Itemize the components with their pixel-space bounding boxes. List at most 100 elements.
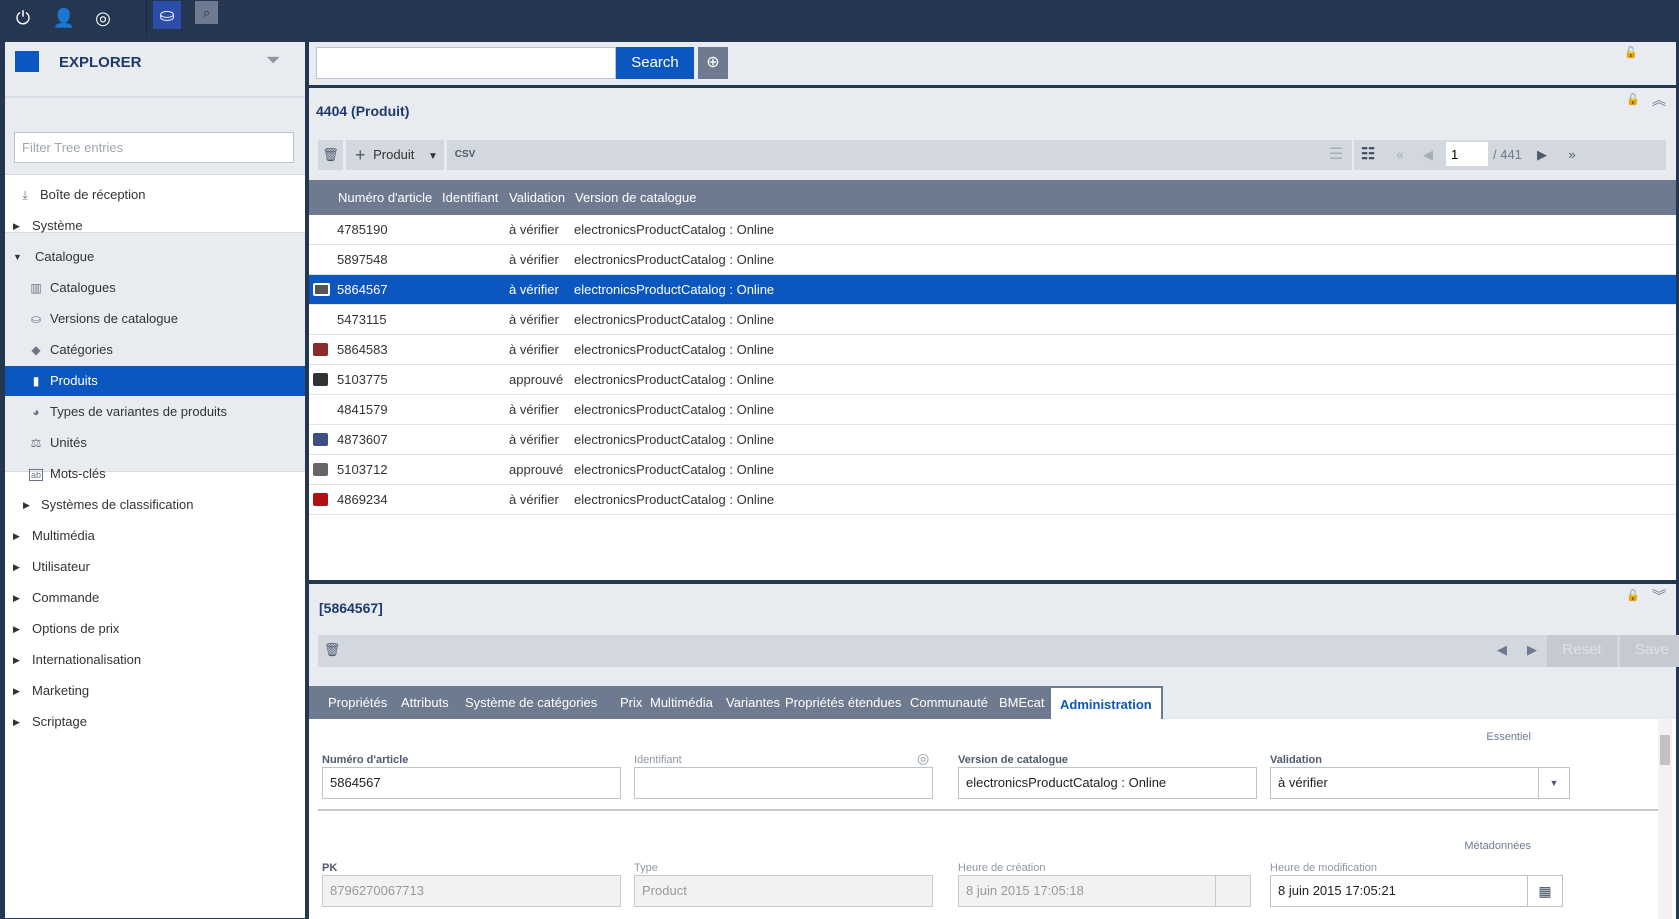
- collapsed-caret-icon[interactable]: ▶: [13, 676, 20, 706]
- sidebar-item-produits[interactable]: ▮ Produits: [5, 366, 305, 396]
- tab-communaut-[interactable]: Communauté: [910, 686, 988, 719]
- save-button[interactable]: Save: [1620, 635, 1679, 667]
- prev-item-icon[interactable]: ◀: [1488, 635, 1516, 667]
- collapsed-caret-icon[interactable]: ▶: [13, 583, 20, 613]
- csv-export-icon[interactable]: CSV: [451, 140, 479, 170]
- lock-icon[interactable]: 🔓: [1626, 93, 1640, 106]
- sidebar-item-mots-cl-s[interactable]: ab Mots-clés: [5, 459, 305, 489]
- tab-syst-me-de-cat-gories[interactable]: Système de catégories: [465, 686, 597, 719]
- sidebar-item-cat-gories[interactable]: ◆ Catégories: [5, 335, 305, 365]
- sidebar-item-unit-s[interactable]: ⚖ Unités: [5, 428, 305, 458]
- last-page-icon[interactable]: »: [1558, 140, 1586, 170]
- calendar-icon[interactable]: ▦: [1527, 876, 1562, 906]
- collapsed-caret-icon[interactable]: ▶: [13, 552, 20, 582]
- detail-panel: [5864567] 🔓 ︾ 🗑 ◀ ▶ Reset Save Propriété…: [309, 584, 1679, 919]
- table-row[interactable]: 4841579 à vérifier electronicsProductCatal…: [309, 395, 1676, 425]
- sidebar-item-types-de-variantes-de-produits[interactable]: ◕ Types de variantes de produits: [5, 397, 305, 427]
- table-row[interactable]: 5103775 approuvé electronicsProductCatalog…: [309, 365, 1676, 395]
- tab-propri-t-s-tendues[interactable]: Propriétés étendues: [785, 686, 901, 719]
- collapsed-caret-icon[interactable]: ▶: [13, 707, 20, 737]
- create-product-button[interactable]: + Produit ▼: [347, 140, 447, 170]
- lock-icon[interactable]: 🔓: [1624, 46, 1638, 59]
- prev-page-icon[interactable]: ◀: [1414, 140, 1442, 170]
- tab-multim-dia[interactable]: Multimédia: [650, 686, 713, 719]
- filter-tree-input[interactable]: [14, 132, 294, 163]
- power-icon[interactable]: ⏻: [9, 4, 37, 32]
- filter-icon[interactable]: ⏷: [266, 50, 280, 71]
- search-button[interactable]: Search: [616, 47, 694, 79]
- next-item-icon[interactable]: ▶: [1518, 635, 1546, 667]
- delete-icon[interactable]: 🗑: [318, 140, 346, 170]
- table-row[interactable]: 5103712 approuvé electronicsProductCatalog…: [309, 455, 1676, 485]
- expanded-caret-icon[interactable]: ▼: [13, 242, 22, 272]
- advanced-search-icon[interactable]: ⊕: [698, 47, 728, 79]
- table-row[interactable]: 4873607 à vérifier electronicsProductCatal…: [309, 425, 1676, 455]
- tab-bmecat[interactable]: BMEcat: [999, 686, 1045, 719]
- tree-view-icon[interactable]: ☷: [1354, 140, 1382, 170]
- sidebar-item-label: Multimédia: [32, 528, 95, 543]
- column-header-version[interactable]: Version de catalogue: [575, 180, 696, 215]
- table-row[interactable]: 5473115 à vérifier electronicsProductCatal…: [309, 305, 1676, 335]
- next-page-icon[interactable]: ▶: [1528, 140, 1556, 170]
- column-header-article[interactable]: Numéro d'article: [338, 180, 432, 215]
- sidebar-item-marketing[interactable]: ▶ Marketing: [5, 676, 305, 706]
- localization-globe-icon[interactable]: ◎: [917, 750, 929, 767]
- cell-num: 5897548: [337, 252, 388, 267]
- collapsed-caret-icon[interactable]: ▶: [13, 645, 20, 675]
- table-row[interactable]: 5864583 à vérifier electronicsProductCatal…: [309, 335, 1676, 365]
- tab-attributs[interactable]: Attributs: [401, 686, 449, 719]
- sidebar-item-label: Unités: [50, 435, 87, 450]
- sidebar-item-catalogues[interactable]: ▥ Catalogues: [5, 273, 305, 303]
- delete-icon[interactable]: 🗑: [318, 635, 346, 667]
- collapse-down-icon[interactable]: ︾: [1652, 586, 1666, 606]
- sidebar-item-syst-mes-de-classification[interactable]: ▶ Systèmes de classification: [5, 490, 305, 520]
- modified-input[interactable]: 8 juin 2015 17:05:21 ▦: [1270, 875, 1563, 907]
- lock-icon[interactable]: 🔓: [1626, 589, 1640, 602]
- user-icon[interactable]: 👤: [50, 4, 78, 32]
- sidebar-item-syst-me[interactable]: ▶ Système: [5, 211, 305, 241]
- collapsed-caret-icon[interactable]: ▶: [13, 211, 20, 241]
- collapsed-caret-icon[interactable]: ▶: [13, 614, 20, 644]
- first-page-icon[interactable]: «: [1386, 140, 1414, 170]
- catalog-version-input[interactable]: electronicsProductCatalog : Online: [958, 767, 1257, 799]
- collapse-up-icon[interactable]: ︽: [1652, 90, 1666, 110]
- sidebar-item-scriptage[interactable]: ▶ Scriptage: [5, 707, 305, 737]
- validation-select[interactable]: à vérifier ▼: [1270, 767, 1570, 799]
- table-row[interactable]: 4785190 à vérifier electronicsProductCatal…: [309, 215, 1676, 245]
- reset-button[interactable]: Reset: [1547, 635, 1617, 667]
- page-input[interactable]: [1446, 142, 1488, 166]
- scrollbar-thumb[interactable]: [1660, 735, 1670, 765]
- tab-propri-t-s[interactable]: Propriétés: [328, 686, 387, 719]
- tab-administration[interactable]: Administration: [1049, 686, 1163, 719]
- sidebar-item-commande[interactable]: ▶ Commande: [5, 583, 305, 613]
- sidebar-item-versions-de-catalogue[interactable]: ⛀ Versions de catalogue: [5, 304, 305, 334]
- identifier-input[interactable]: [634, 767, 933, 799]
- column-header-validation[interactable]: Validation: [509, 180, 565, 215]
- chevron-down-icon[interactable]: ▼: [1538, 768, 1569, 798]
- backoffice-perspective-icon[interactable]: ⛀: [153, 1, 181, 29]
- tab-variantes[interactable]: Variantes: [726, 686, 780, 719]
- table-row[interactable]: 5897548 à vérifier electronicsProductCatal…: [309, 245, 1676, 275]
- sidebar-item-utilisateur[interactable]: ▶ Utilisateur: [5, 552, 305, 582]
- list-panel: 4404 (Produit) 🔓 ︽ 🗑 + Produit ▼ CSV ☰ ☷…: [309, 88, 1676, 580]
- modified-label: Heure de modification: [1270, 862, 1378, 874]
- sidebar-item-multim-dia[interactable]: ▶ Multimédia: [5, 521, 305, 551]
- sidebar-item-internationalisation[interactable]: ▶ Internationalisation: [5, 645, 305, 675]
- list-view-icon[interactable]: ☰: [1322, 140, 1350, 170]
- scrollbar[interactable]: [1658, 719, 1672, 919]
- collapsed-caret-icon[interactable]: ▶: [13, 521, 20, 551]
- sidebar-item-bo-te-de-r-ception[interactable]: ⤓ Boîte de réception: [5, 180, 305, 210]
- column-header-identifier[interactable]: Identifiant: [442, 180, 498, 215]
- table-row[interactable]: 5864567 à vérifier electronicsProductCatal…: [309, 275, 1676, 305]
- sidebar-item-catalogue[interactable]: ▼ Catalogue: [5, 242, 305, 272]
- article-number-input[interactable]: 5864567: [322, 767, 621, 799]
- search-perspective-icon[interactable]: ⌕: [195, 1, 218, 24]
- search-input[interactable]: [316, 47, 616, 79]
- validation-value: à vérifier: [1278, 775, 1328, 790]
- sidebar-item-options-de-prix[interactable]: ▶ Options de prix: [5, 614, 305, 644]
- tab-prix[interactable]: Prix: [620, 686, 642, 719]
- collapsed-caret-icon[interactable]: ▶: [23, 490, 30, 520]
- globe-icon[interactable]: ◎: [89, 4, 117, 32]
- cell-version: electronicsProductCatalog : Online: [574, 372, 775, 387]
- table-row[interactable]: 4869234 à vérifier electronicsProductCatal…: [309, 485, 1676, 515]
